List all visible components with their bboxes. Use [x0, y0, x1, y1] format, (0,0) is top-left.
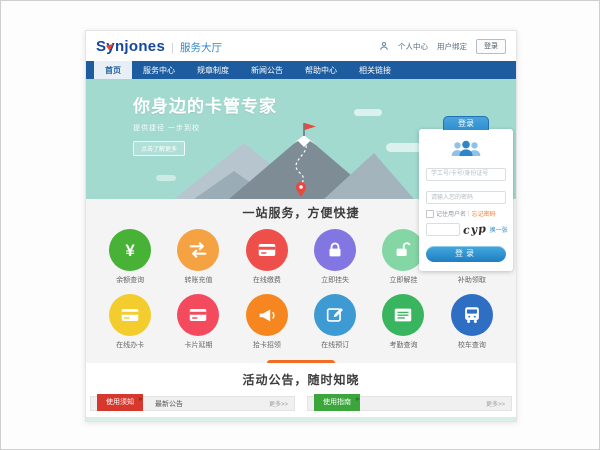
service-item-9[interactable]: 在线预订 — [301, 294, 369, 350]
header-user-area: 个人中心用户绑定 登录 — [379, 39, 506, 54]
login-submit-button[interactable]: 登录 — [426, 246, 506, 262]
panel-tab-使用指南[interactable]: 使用指南 — [314, 394, 360, 411]
bus-icon — [451, 294, 493, 336]
panel-tab-使用须知[interactable]: 使用须知 — [97, 394, 143, 411]
megaphone-icon — [246, 294, 288, 336]
nav-item-3[interactable]: 新闻公告 — [240, 61, 294, 79]
captcha-row: cyp 换一张 — [426, 223, 506, 236]
bank-card-icon — [246, 229, 288, 271]
service-label: 转账充值 — [184, 275, 212, 285]
main-nav: 首页服务中心规章制度新闻公告帮助中心相关链接 — [86, 61, 516, 79]
bank-card-icon — [177, 294, 219, 336]
footer-strip — [86, 417, 516, 421]
hero-cta-button[interactable]: 点击了解更多 — [133, 141, 185, 156]
service-item-6[interactable]: 在线办卡 — [96, 294, 164, 350]
service-item-10[interactable]: 考勤查询 — [369, 294, 437, 350]
service-label: 校车查询 — [458, 340, 486, 350]
remember-checkbox[interactable] — [426, 210, 434, 218]
remember-label: 记住用户名 — [436, 209, 466, 218]
header-login-button[interactable]: 登录 — [476, 39, 506, 54]
service-label: 考勤查询 — [389, 340, 417, 350]
nav-item-0[interactable]: 首页 — [94, 61, 132, 79]
service-item-0[interactable]: ¥ 余额查询 — [96, 229, 164, 285]
captcha-input[interactable] — [426, 223, 460, 236]
nav-item-1[interactable]: 服务中心 — [132, 61, 186, 79]
service-label: 立即解挂 — [389, 275, 417, 285]
right-more-link[interactable]: 更多>> — [486, 399, 505, 408]
yen-icon: ¥ — [109, 229, 151, 271]
service-item-11[interactable]: 校车查询 — [438, 294, 506, 350]
captcha-image[interactable]: cyp — [463, 222, 488, 237]
person-icon — [379, 41, 389, 51]
service-label: 卡片延期 — [184, 340, 212, 350]
hero-text: 你身边的卡管专家 提供捷径 一步到校 点击了解更多 — [133, 92, 277, 156]
logo[interactable]: Synjones | 服务大厅 — [96, 38, 222, 55]
service-item-7[interactable]: 卡片延期 — [164, 294, 232, 350]
left-more-link[interactable]: 更多>> — [269, 399, 288, 408]
lock-icon — [314, 229, 356, 271]
hero-banner: 你身边的卡管专家 提供捷径 一步到校 点击了解更多 — [86, 79, 516, 199]
service-label: 在线缴费 — [253, 275, 281, 285]
header: Synjones | 服务大厅 个人中心用户绑定 登录 — [86, 31, 516, 61]
login-panel: 登录 记住用户名 | 忘记密码 — [419, 129, 513, 271]
cloud-icon — [156, 175, 176, 181]
service-label: 在线预订 — [321, 340, 349, 350]
header-menu-item-0[interactable]: 个人中心 — [398, 41, 428, 52]
screenshot-frame: Synjones | 服务大厅 个人中心用户绑定 登录 首页服务中心规章制度新闻… — [0, 0, 600, 450]
site-name: 服务大厅 — [180, 40, 222, 55]
remember-row: 记住用户名 | 忘记密码 — [426, 209, 506, 218]
nav-item-5[interactable]: 相关链接 — [348, 61, 402, 79]
bank-card-icon — [109, 294, 151, 336]
service-item-1[interactable]: 转账充值 — [164, 229, 232, 285]
remember-separator: | — [468, 211, 470, 217]
service-label: 拾卡招领 — [253, 340, 281, 350]
hero-title: 你身边的卡管专家 — [133, 92, 277, 117]
announcements-left-panel: 使用须知 最新公告 更多>> — [90, 396, 295, 411]
service-label: 在线办卡 — [116, 340, 144, 350]
service-label: 余额查询 — [116, 275, 144, 285]
announcements-section: 活动公告，随时知晓 使用须知 最新公告 更多>> 使用指南 更多>> — [86, 363, 516, 421]
hero-subtitle: 提供捷径 一步到校 — [133, 123, 277, 133]
edit-icon — [314, 294, 356, 336]
username-input[interactable] — [426, 168, 506, 181]
forgot-password-link[interactable]: 忘记密码 — [472, 209, 496, 218]
service-item-8[interactable]: 拾卡招领 — [233, 294, 301, 350]
service-label: 立即挂失 — [321, 275, 349, 285]
service-item-2[interactable]: 在线缴费 — [233, 229, 301, 285]
service-label: 补助领取 — [458, 275, 486, 285]
password-input[interactable] — [426, 191, 506, 204]
right-panel-bar: 使用指南 更多>> — [307, 396, 512, 411]
transfer-arrows-icon — [177, 229, 219, 271]
user-group-icon — [426, 139, 506, 156]
left-panel-bar: 使用须知 最新公告 更多>> — [90, 396, 295, 411]
nav-item-4[interactable]: 帮助中心 — [294, 61, 348, 79]
service-hall-page: Synjones | 服务大厅 个人中心用户绑定 登录 首页服务中心规章制度新闻… — [85, 30, 517, 422]
attendance-icon — [382, 294, 424, 336]
change-captcha-link[interactable]: 换一张 — [490, 225, 508, 234]
header-menu-item-1[interactable]: 用户绑定 — [437, 41, 467, 52]
logo-divider: | — [171, 42, 174, 54]
announcements-title: 活动公告，随时知晓 — [86, 371, 516, 388]
cloud-icon — [354, 109, 382, 116]
service-item-3[interactable]: 立即挂失 — [301, 229, 369, 285]
nav-item-2[interactable]: 规章制度 — [186, 61, 240, 79]
announcements-right-panel: 使用指南 更多>> — [307, 396, 512, 411]
panel-tab-最新公告[interactable]: 最新公告 — [155, 399, 183, 409]
login-tab[interactable]: 登录 — [443, 116, 489, 130]
